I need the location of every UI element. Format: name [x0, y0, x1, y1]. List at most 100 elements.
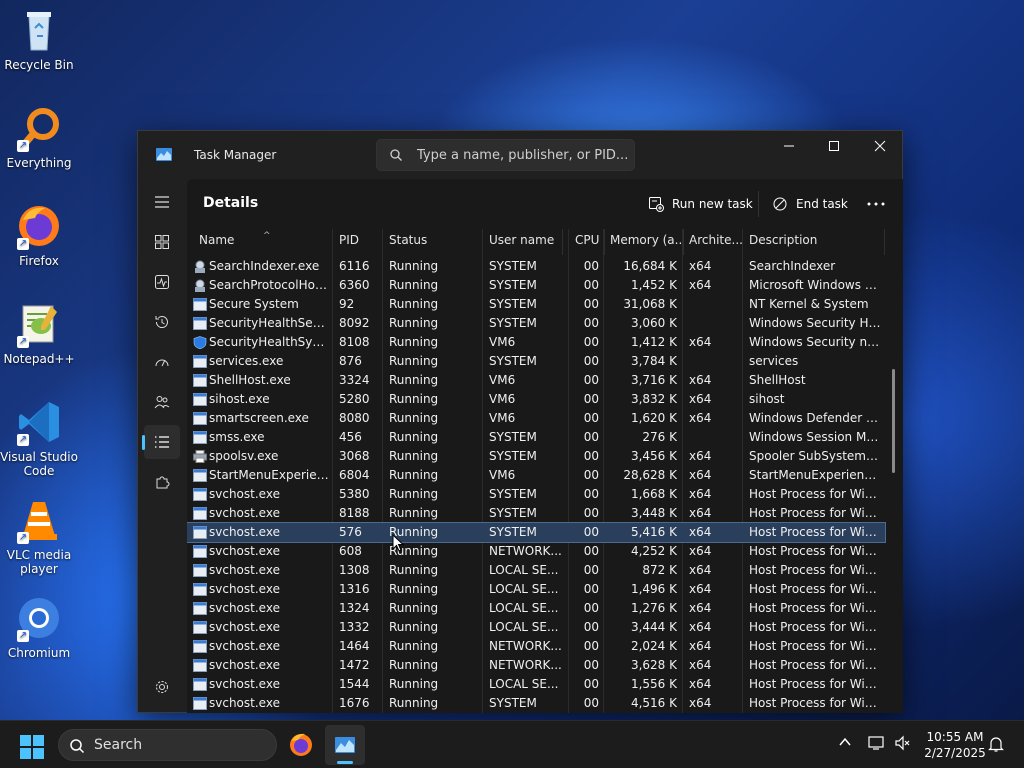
close-button[interactable]: [857, 131, 903, 161]
table-row[interactable]: svchost.exe 1316 Running LOCAL SE... 00 1,496…: [187, 580, 885, 599]
table-row[interactable]: SecurityHealthSystra... 8108 Running VM6 00 1…: [187, 333, 885, 352]
cell-status: Running: [389, 430, 439, 444]
table-row[interactable]: svchost.exe 1308 Running LOCAL SE... 00 872 K…: [187, 561, 885, 580]
cell-description: Host Process for Wind...: [749, 677, 881, 691]
column-header-cpu[interactable]: CPU: [569, 229, 605, 255]
cell-status: Running: [389, 563, 439, 577]
desktop-icon-vscode[interactable]: ↗ Visual Studio Code: [0, 398, 78, 478]
title-bar[interactable]: Task Manager: [138, 131, 902, 179]
desktop-icon-firefox[interactable]: ↗ Firefox: [0, 202, 78, 268]
table-row[interactable]: services.exe 876 Running SYSTEM 00 3,784 K ser…: [187, 352, 885, 371]
cell-description: ShellHost: [749, 373, 806, 387]
cell-memory: 31,068 K: [623, 297, 677, 311]
search-input[interactable]: [417, 145, 627, 165]
table-row[interactable]: svchost.exe 576 Running SYSTEM 00 5,416 Kx64 H…: [187, 522, 886, 543]
desktop-icon-notepadpp[interactable]: ↗ Notepad++: [0, 300, 78, 366]
column-header-memory[interactable]: Memory (a...: [604, 229, 684, 255]
nav-startup-apps[interactable]: [144, 345, 180, 379]
cell-status: Running: [389, 677, 439, 691]
cell-memory: 1,496 K: [630, 582, 677, 596]
cell-description: Host Process for Wind...: [749, 658, 881, 672]
table-row[interactable]: SearchIndexer.exe 6116 Running SYSTEM 00 16,6…: [187, 257, 885, 276]
table-row[interactable]: spoolsv.exe 3068 Running SYSTEM 00 3,456 K x64…: [187, 447, 885, 466]
column-header-user-name[interactable]: User name: [483, 229, 563, 255]
cell-cpu: 00: [583, 563, 599, 577]
cell-pid: 576: [339, 525, 362, 539]
more-options-button[interactable]: [863, 191, 891, 217]
nav-services[interactable]: [144, 465, 180, 499]
nav-settings[interactable]: [144, 670, 180, 704]
table-row[interactable]: svchost.exe 608 Running NETWORK... 00 4,252 K…: [187, 542, 885, 561]
desktop-icon-recycle-bin[interactable]: Recycle Bin: [0, 6, 78, 72]
minimize-button[interactable]: [766, 131, 812, 161]
details-list-icon: [155, 436, 169, 448]
table-row[interactable]: smartscreen.exe 8080 Running VM6 00 1,620 K x6…: [187, 409, 885, 428]
table-row[interactable]: SearchProtocolHost.... 6360 Running SYSTEM 0…: [187, 276, 885, 295]
cell-cpu: 00: [583, 468, 599, 482]
network-icon[interactable]: [868, 735, 886, 751]
table-row[interactable]: ShellHost.exe 3324 Running VM6 00 3,716 K x64 S…: [187, 371, 885, 390]
cell-user-name: NETWORK...: [489, 658, 562, 672]
notification-bell-icon[interactable]: [988, 735, 1004, 753]
table-row[interactable]: Secure System 92 Running SYSTEM 00 31,068 K NT…: [187, 295, 885, 314]
end-task-button[interactable]: End task: [772, 191, 852, 217]
windows-start-icon[interactable]: [20, 735, 44, 759]
taskbar-search-box[interactable]: Search: [58, 729, 277, 761]
table-row[interactable]: svchost.exe 1676 Running SYSTEM 00 4,516 K x64…: [187, 694, 885, 713]
cell-memory: 3,448 K: [630, 506, 677, 520]
cell-pid: 8188: [339, 506, 370, 520]
nav-app-history[interactable]: [144, 305, 180, 339]
desktop-icon-vlc[interactable]: ↗ VLC media player: [0, 496, 78, 576]
table-row[interactable]: smss.exe 456 Running SYSTEM 00 276 K Windows S…: [187, 428, 885, 447]
table-row[interactable]: svchost.exe 1544 Running LOCAL SE... 00 1,556…: [187, 675, 885, 694]
nav-processes[interactable]: [144, 225, 180, 259]
table-row[interactable]: svchost.exe 1464 Running NETWORK... 00 2,024 …: [187, 637, 885, 656]
cell-pid: 8080: [339, 411, 370, 425]
nav-details[interactable]: [142, 425, 180, 459]
desktop-icon-chromium[interactable]: ↗ Chromium: [0, 594, 78, 660]
cell-process-name: svchost.exe: [209, 639, 280, 653]
nav-performance[interactable]: [144, 265, 180, 299]
system-clock[interactable]: 10:55 AM 2/27/2025: [920, 729, 990, 761]
cell-description: Host Process for Wind...: [749, 620, 881, 634]
desktop-icon-label: Firefox: [19, 254, 59, 268]
cell-status: Running: [389, 696, 439, 710]
volume-muted-icon[interactable]: [894, 735, 910, 751]
cell-cpu: 00: [583, 411, 599, 425]
table-row[interactable]: svchost.exe 1472 Running NETWORK... 00 3,628 …: [187, 656, 885, 675]
desktop-icon-everything[interactable]: ↗ Everything: [0, 104, 78, 170]
cell-architecture: x64: [689, 411, 712, 425]
cell-status: Running: [389, 316, 439, 330]
run-new-task-button[interactable]: Run new task: [648, 191, 753, 217]
chevron-up-icon[interactable]: [838, 735, 852, 749]
nav-users[interactable]: [144, 385, 180, 419]
cell-process-name: svchost.exe: [209, 696, 280, 710]
table-row[interactable]: StartMenuExperience... 6804 Running VM6 00 28…: [187, 466, 885, 485]
hamburger-menu-button[interactable]: [144, 185, 180, 219]
cell-pid: 608: [339, 544, 362, 558]
cell-description: sihost: [749, 392, 785, 406]
column-header-description[interactable]: Description: [743, 229, 885, 255]
cell-architecture: x64: [689, 658, 712, 672]
table-row[interactable]: sihost.exe 5280 Running VM6 00 3,832 K x64 siho…: [187, 390, 885, 409]
minimize-icon: [784, 145, 794, 147]
column-header-architecture[interactable]: Archite...: [683, 229, 743, 255]
table-row[interactable]: svchost.exe 5380 Running SYSTEM 00 1,668 K x64…: [187, 485, 885, 504]
column-header-status[interactable]: Status: [383, 229, 483, 255]
taskbar-firefox[interactable]: [281, 725, 321, 765]
maximize-button[interactable]: [811, 131, 857, 161]
vertical-scrollbar[interactable]: [892, 369, 895, 473]
taskbar-task-manager[interactable]: [325, 725, 365, 765]
cell-architecture: x64: [689, 582, 712, 596]
column-header-pid[interactable]: PID: [333, 229, 383, 255]
table-row[interactable]: svchost.exe 1324 Running LOCAL SE... 00 1,276…: [187, 599, 885, 618]
process-window-icon: [193, 393, 207, 406]
search-box[interactable]: [376, 139, 635, 171]
table-row[interactable]: SecurityHealthServic... 8092 Running SYSTEM…: [187, 314, 885, 333]
column-header-name[interactable]: ^ Name: [193, 229, 333, 255]
cell-architecture: [689, 314, 739, 333]
table-row[interactable]: svchost.exe 8188 Running SYSTEM 00 3,448 K x64…: [187, 504, 885, 523]
sort-ascending-icon: ^: [263, 231, 271, 241]
table-row[interactable]: svchost.exe 1332 Running LOCAL SE... 00 3,444…: [187, 618, 885, 637]
task-manager-app-icon: [335, 737, 355, 753]
